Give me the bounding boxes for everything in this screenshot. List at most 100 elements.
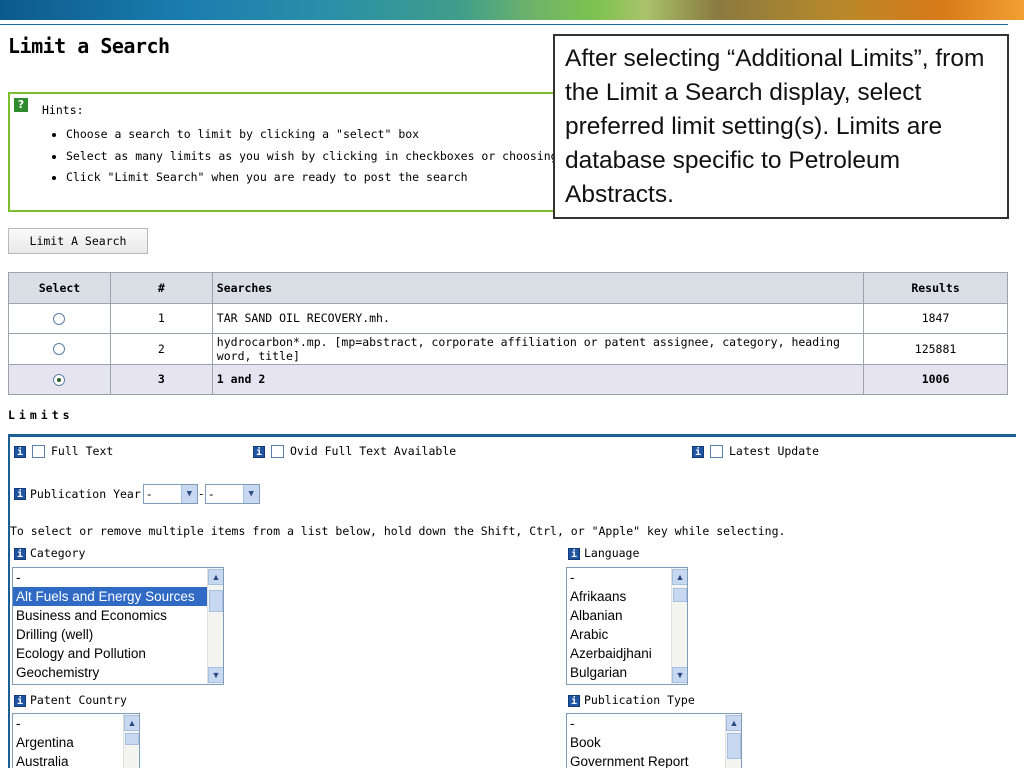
info-icon[interactable]: i [692,445,704,458]
hints-title: Hints: [42,103,84,117]
publication-type-listbox[interactable]: - Book Government Report ▲ [566,713,742,768]
list-item[interactable]: - [567,568,687,587]
list-item[interactable]: Business and Economics [13,606,223,625]
top-banner [0,0,1024,20]
list-item[interactable]: - [13,714,139,733]
chevron-up-icon[interactable]: ▲ [124,715,139,731]
limit-search-button[interactable]: Limit A Search [8,228,148,254]
table-row: 1 TAR SAND OIL RECOVERY.mh. 1847 [8,302,1008,334]
search-query: 1 and 2 [211,363,865,395]
patent-country-label: Patent Country [30,693,127,707]
multi-select-note: To select or remove multiple items from … [10,524,786,538]
chevron-down-icon[interactable]: ▼ [672,667,687,683]
latest-update-limit: i Latest Update [692,444,825,458]
list-item[interactable]: Azerbaidjhani [567,644,687,663]
list-item[interactable]: Arabic [567,625,687,644]
scrollbar[interactable]: ▲ [123,714,139,768]
list-item[interactable]: Alt Fuels and Energy Sources [13,587,223,606]
scroll-thumb[interactable] [209,590,223,612]
banner-divider [0,24,1008,25]
chevron-up-icon[interactable]: ▲ [726,715,741,731]
search-history-table: Select # Searches Results 1 TAR SAND OIL… [8,272,1008,395]
search-query: hydrocarbon*.mp. [mp=abstract, corporate… [211,333,865,365]
ovid-full-text-label: Ovid Full Text Available [290,444,457,458]
publication-year-limit: i Publication Year - ▼ - - ▼ [14,484,266,504]
patent-country-listbox[interactable]: - Argentina Australia ▲ [12,713,140,768]
publication-type-label: Publication Type [584,693,695,707]
header-results: Results [863,272,1008,304]
list-item[interactable]: Argentina [13,733,139,752]
year-to-select[interactable]: - ▼ [204,484,260,504]
info-icon[interactable]: i [14,488,26,500]
callout-annotation: After selecting “Additional Limits”, fro… [553,34,1009,219]
info-icon[interactable]: i [14,694,26,707]
latest-update-label: Latest Update [729,444,820,458]
limits-heading: Limits [8,408,74,422]
table-header-row: Select # Searches Results [8,272,1008,304]
list-item[interactable]: Ecology and Pollution [13,644,223,663]
list-item[interactable]: Australia [13,752,139,768]
ovid-full-text-checkbox[interactable] [271,445,284,458]
patent-country-limit: i Patent Country [14,693,133,707]
header-number: # [109,272,213,304]
ovid-full-text-limit: i Ovid Full Text Available [253,444,462,458]
list-item[interactable]: - [13,568,223,587]
table-row: 2 hydrocarbon*.mp. [mp=abstract, corpora… [8,333,1008,365]
select-radio-2[interactable] [53,343,66,356]
scrollbar[interactable]: ▲ ▼ [207,568,223,684]
list-item[interactable]: - [567,714,741,733]
full-text-limit: i Full Text [14,444,119,458]
publication-year-label: Publication Year [30,486,141,501]
search-results: 1006 [863,363,1008,395]
language-listbox[interactable]: - Afrikaans Albanian Arabic Azerbaidjhan… [566,567,688,685]
scrollbar[interactable]: ▲ [725,714,741,768]
scroll-thumb[interactable] [673,588,687,602]
list-item[interactable]: Book [567,733,741,752]
category-limit: i Category [14,546,91,560]
chevron-up-icon[interactable]: ▲ [208,569,223,585]
limits-panel: i Full Text i Ovid Full Text Available i La… [8,434,1016,768]
info-icon[interactable]: i [568,547,580,560]
list-item[interactable]: Drilling (well) [13,625,223,644]
search-number: 2 [109,333,213,365]
language-label: Language [584,546,640,560]
search-results: 125881 [863,333,1008,365]
list-item[interactable]: Albanian [567,606,687,625]
info-icon[interactable]: i [568,694,580,707]
language-limit: i Language [568,546,645,560]
search-results: 1847 [863,302,1008,334]
chevron-down-icon[interactable]: ▼ [180,485,197,503]
hints-box: ? Hints: Choose a search to limit by cli… [8,92,641,212]
info-icon[interactable]: i [14,445,26,458]
full-text-label: Full Text [51,444,114,458]
info-icon[interactable]: i [253,445,265,458]
page-title: Limit a Search [8,34,170,58]
category-listbox[interactable]: - Alt Fuels and Energy Sources Business … [12,567,224,685]
header-select: Select [8,272,111,304]
help-icon: ? [14,98,28,112]
category-label: Category [30,546,86,560]
list-item[interactable]: Government Report [567,752,741,768]
publication-type-limit: i Publication Type [568,693,701,707]
latest-update-checkbox[interactable] [710,445,723,458]
select-radio-1[interactable] [53,312,66,325]
scrollbar[interactable]: ▲ ▼ [671,568,687,684]
full-text-checkbox[interactable] [32,445,45,458]
chevron-down-icon[interactable]: ▼ [242,485,259,503]
header-searches: Searches [211,272,865,304]
search-number: 3 [109,363,213,395]
table-row: 3 1 and 2 1006 [8,363,1008,395]
info-icon[interactable]: i [14,547,26,560]
list-item[interactable]: Afrikaans [567,587,687,606]
year-from-select[interactable]: - ▼ [142,484,198,504]
scroll-thumb[interactable] [727,733,741,759]
list-item[interactable]: Bulgarian [567,663,687,682]
scroll-thumb[interactable] [125,733,139,745]
chevron-down-icon[interactable]: ▼ [208,667,223,683]
select-radio-3[interactable] [53,373,66,386]
year-to-value: - [207,487,215,501]
list-item[interactable]: Geochemistry [13,663,223,682]
search-query: TAR SAND OIL RECOVERY.mh. [211,302,865,334]
chevron-up-icon[interactable]: ▲ [672,569,687,585]
year-from-value: - [145,487,153,501]
